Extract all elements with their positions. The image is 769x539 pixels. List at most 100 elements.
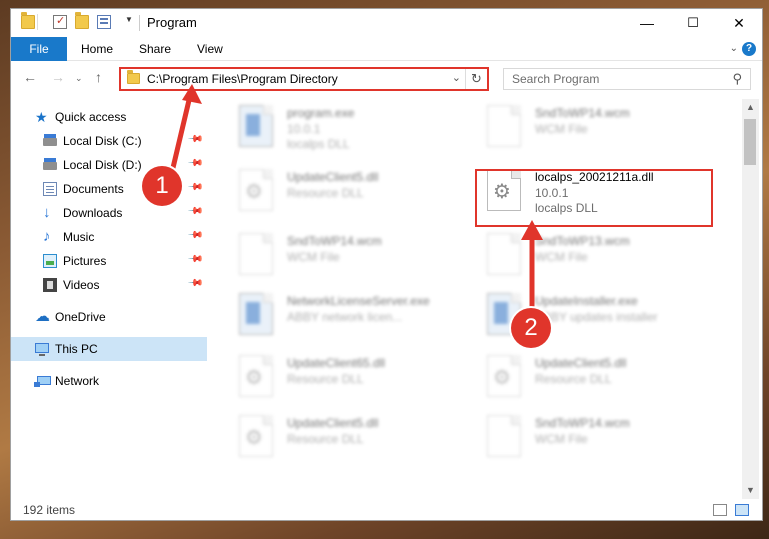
- scroll-thumb[interactable]: [744, 119, 756, 165]
- file-description: localps DLL: [287, 137, 350, 151]
- pictures-icon: [43, 254, 57, 268]
- dll-file-icon: [239, 415, 273, 457]
- pin-icon[interactable]: 📌: [187, 251, 204, 268]
- sidebar-item-label: Pictures: [63, 254, 107, 268]
- sidebar-item-network[interactable]: Network: [11, 369, 207, 393]
- file-name: UpdateClient5.dll: [287, 170, 379, 184]
- tiles-view-icon[interactable]: [735, 504, 749, 516]
- search-box[interactable]: Search Program ⚲: [503, 68, 751, 90]
- chevron-down-icon[interactable]: ⌄: [452, 71, 461, 84]
- close-button[interactable]: ✕: [716, 9, 762, 37]
- sidebar-item-pictures[interactable]: Pictures 📌: [11, 249, 207, 273]
- file-description: ABBY updates installer: [535, 310, 658, 324]
- tab-file[interactable]: File: [11, 37, 67, 61]
- tab-share[interactable]: Share: [127, 37, 183, 61]
- download-icon: ↓: [43, 204, 51, 221]
- sidebar-item-onedrive[interactable]: ☁ OneDrive: [11, 305, 207, 329]
- file-type: WCM File: [535, 250, 588, 264]
- title-bar: ▼ Program — ☐ ✕: [11, 9, 762, 37]
- file-name: UpdateInstaller.exe: [535, 294, 638, 308]
- dll-file-icon: [239, 169, 273, 211]
- cloud-icon: ☁: [35, 308, 50, 325]
- file-type: WCM File: [535, 432, 588, 446]
- chevron-down-icon[interactable]: ▼: [125, 15, 133, 24]
- file-name: NetworkLicenseServer.exe: [287, 294, 430, 308]
- computer-icon: [35, 343, 49, 356]
- sidebar-item-videos[interactable]: Videos 📌: [11, 273, 207, 297]
- forward-arrow-icon[interactable]: →: [51, 69, 65, 85]
- file-tile[interactable]: SndToWP14.wcm WCM File: [213, 227, 453, 283]
- minimize-button[interactable]: —: [624, 9, 670, 37]
- chevron-down-icon[interactable]: ⌄: [730, 43, 738, 54]
- tab-view[interactable]: View: [185, 37, 235, 61]
- sidebar-item-music[interactable]: ♪ Music 📌: [11, 225, 207, 249]
- address-bar[interactable]: C:\Program Files\Program Directory ⌄ ↻: [119, 67, 489, 91]
- view-icon[interactable]: [97, 15, 111, 29]
- music-icon: ♪: [43, 228, 51, 245]
- file-name: UpdateClient5.dll: [287, 416, 379, 430]
- sidebar-item-this-pc[interactable]: This PC: [11, 337, 207, 361]
- refresh-icon[interactable]: ↻: [465, 69, 487, 89]
- file-type: Resource DLL: [287, 186, 364, 200]
- back-arrow-icon[interactable]: ←: [23, 69, 37, 85]
- pin-icon[interactable]: 📌: [187, 179, 204, 196]
- sidebar-item-label: Quick access: [55, 110, 127, 124]
- file-version: 10.0.1: [287, 122, 321, 136]
- new-folder-icon[interactable]: [75, 12, 89, 29]
- sidebar-item-label: Downloads: [63, 206, 123, 220]
- step-callout-1: 1: [142, 166, 182, 206]
- file-list: program.exe 10.0.1 localps DLL SndToWP14…: [207, 99, 742, 499]
- pin-icon[interactable]: 📌: [187, 203, 204, 220]
- folder-icon[interactable]: [21, 12, 35, 29]
- file-type: Resource DLL: [287, 372, 364, 386]
- ribbon-tabs: File Home Share View ⌄ ?: [11, 37, 762, 61]
- scroll-down-icon[interactable]: ▼: [742, 482, 759, 499]
- scroll-up-icon[interactable]: ▲: [742, 99, 759, 116]
- file-tile[interactable]: UpdateClient5.dll Resource DLL: [213, 409, 453, 465]
- file-tile[interactable]: UpdateInstaller.exe ABBY updates install…: [461, 287, 701, 343]
- help-icon[interactable]: ?: [742, 42, 756, 56]
- item-count: 192 items: [23, 503, 76, 517]
- file-name: UpdateClient65.dll: [287, 356, 386, 370]
- pin-icon[interactable]: 📌: [187, 227, 204, 244]
- highlight-box: [475, 169, 713, 227]
- file-name: SndToWP14.wcm: [535, 106, 630, 120]
- maximize-button[interactable]: ☐: [670, 9, 716, 37]
- recent-locations-chevron-icon[interactable]: ⌄: [75, 73, 83, 84]
- file-type: Resource DLL: [535, 372, 612, 386]
- file-tile[interactable]: SndToWP14.wcm WCM File: [461, 99, 701, 155]
- tab-home[interactable]: Home: [69, 37, 125, 61]
- video-icon: [43, 278, 57, 292]
- vertical-scrollbar[interactable]: ▲ ▼: [742, 99, 759, 499]
- file-tile[interactable]: UpdateClient65.dll Resource DLL: [213, 349, 453, 405]
- search-input[interactable]: Search Program: [512, 72, 599, 86]
- sidebar-item-label: Videos: [63, 278, 100, 292]
- disk-icon: [43, 134, 57, 146]
- file-tile[interactable]: UpdateClient5.dll Resource DLL: [213, 163, 453, 219]
- file-name: SndToWP14.wcm: [535, 416, 630, 430]
- up-arrow-icon[interactable]: ↑: [95, 69, 102, 85]
- details-view-icon[interactable]: [713, 504, 727, 516]
- sidebar-item-downloads[interactable]: ↓ Downloads 📌: [11, 201, 207, 225]
- properties-icon[interactable]: [53, 14, 67, 29]
- file-tile[interactable]: SndToWP13.wcm WCM File: [461, 227, 701, 283]
- file-tile[interactable]: SndToWP14.wcm WCM File: [461, 409, 701, 465]
- file-tile[interactable]: UpdateClient5.dll Resource DLL: [461, 349, 701, 405]
- sidebar-item-local-disk-c[interactable]: Local Disk (C:) 📌: [11, 129, 207, 153]
- sidebar-item-quick-access[interactable]: ★ Quick access: [11, 105, 207, 129]
- pin-icon[interactable]: 📌: [187, 155, 204, 172]
- file-icon: [239, 233, 273, 275]
- documents-icon: [43, 182, 57, 196]
- sidebar-item-label: Local Disk (D:): [63, 158, 142, 172]
- search-icon[interactable]: ⚲: [732, 71, 742, 87]
- file-tile[interactable]: program.exe 10.0.1 localps DLL: [213, 99, 453, 155]
- network-icon: [34, 376, 51, 387]
- file-name: SndToWP13.wcm: [535, 234, 630, 248]
- divider: [139, 15, 140, 31]
- sidebar-item-label: Documents: [63, 182, 124, 196]
- pin-icon[interactable]: 📌: [187, 275, 204, 292]
- file-tile[interactable]: NetworkLicenseServer.exe ABBY network li…: [213, 287, 453, 343]
- file-icon: [487, 415, 521, 457]
- address-path[interactable]: C:\Program Files\Program Directory: [147, 72, 338, 86]
- pin-icon[interactable]: 📌: [187, 131, 204, 148]
